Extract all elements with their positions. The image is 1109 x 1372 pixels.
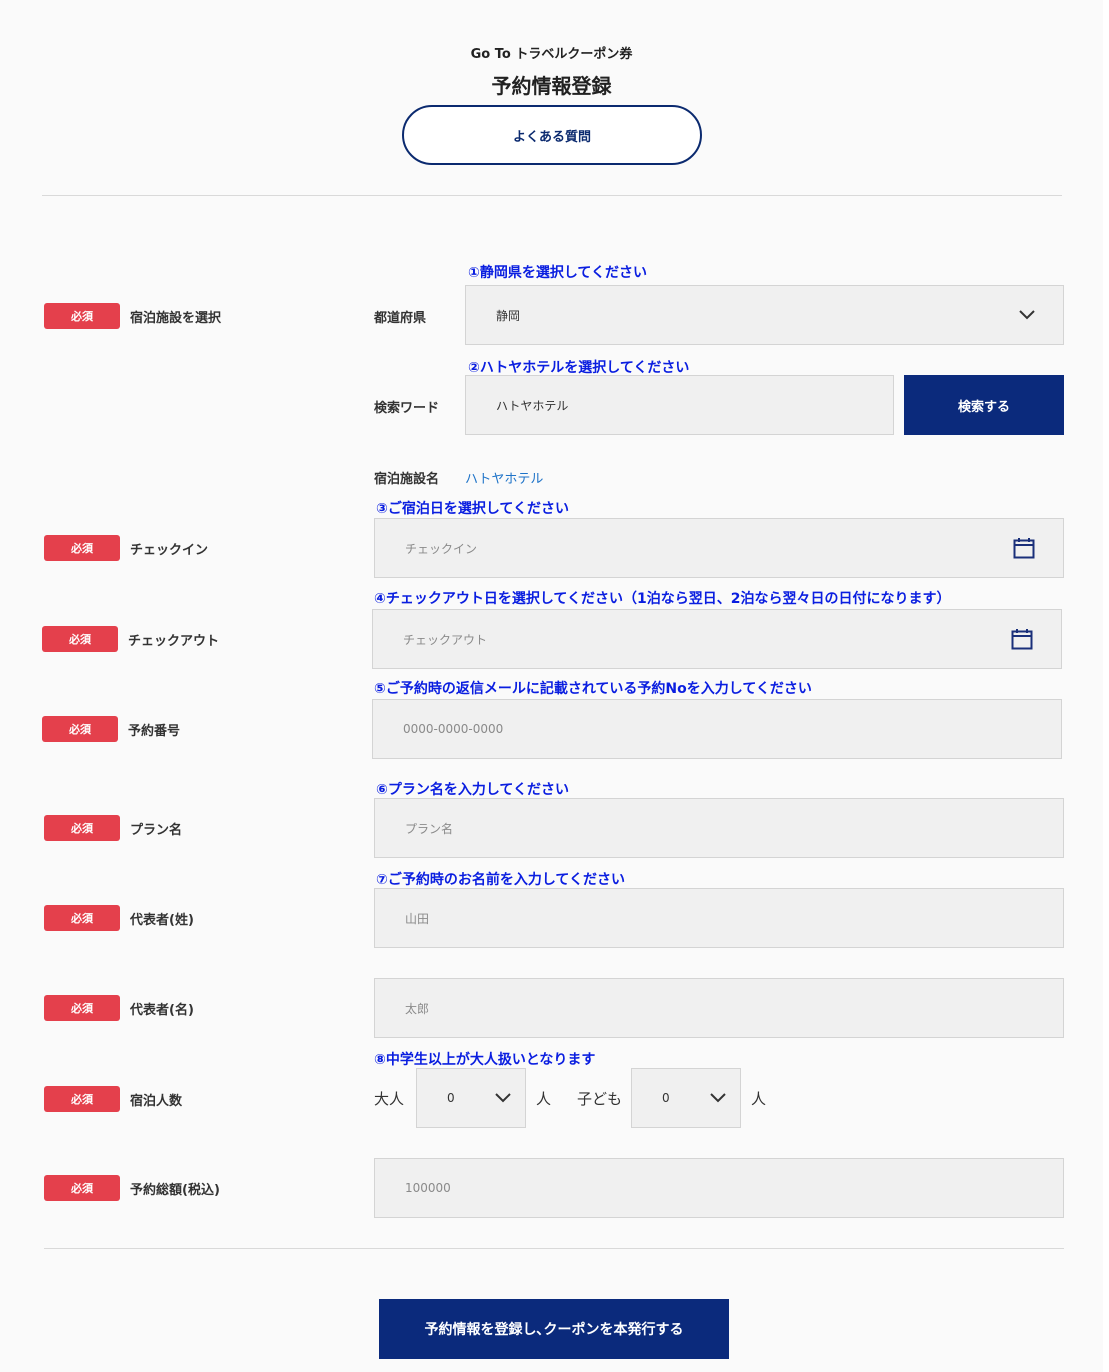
- child-count-value: 0: [662, 1091, 670, 1105]
- adult-label: 大人: [374, 1090, 405, 1108]
- facility-label: 宿泊施設を選択: [130, 311, 222, 326]
- total-label: 予約総額(税込): [130, 1183, 220, 1198]
- prefecture-value: 静岡: [496, 308, 521, 323]
- hint-search: ②ハトヤホテルを選択してください: [468, 360, 690, 376]
- checkin-label: チェックイン: [130, 543, 209, 558]
- required-badge: 必須: [44, 995, 120, 1021]
- rep-first-input[interactable]: 太郎: [374, 978, 1064, 1038]
- search-input-value: ハトヤホテル: [496, 398, 569, 413]
- submit-button[interactable]: 予約情報を登録し､クーポンを本発行する: [379, 1299, 729, 1359]
- calendar-icon[interactable]: [1013, 537, 1035, 559]
- required-badge: 必須: [44, 303, 120, 329]
- required-badge: 必須: [44, 535, 120, 561]
- reservation-no-placeholder: 0000-0000-0000: [403, 722, 504, 736]
- child-label: 子ども: [577, 1090, 623, 1108]
- facility-name-label: 宿泊施設名: [374, 472, 440, 487]
- search-button[interactable]: 検索する: [904, 375, 1064, 435]
- plan-label: プラン名: [130, 823, 183, 838]
- footer-divider: [44, 1248, 1064, 1249]
- chevron-down-icon: [495, 1093, 511, 1103]
- checkin-placeholder: チェックイン: [405, 541, 478, 556]
- prefecture-select[interactable]: 静岡: [465, 285, 1064, 345]
- rep-last-label: 代表者(姓): [130, 913, 194, 928]
- calendar-icon[interactable]: [1011, 628, 1033, 650]
- hint-checkout: ④チェックアウト日を選択してください（1泊なら翌日、2泊なら翌々日の日付になりま…: [374, 591, 951, 607]
- page-subtitle: Go To トラベルクーポン券: [470, 47, 633, 62]
- faq-button[interactable]: よくある質問: [402, 105, 702, 165]
- hint-plan: ⑥プラン名を入力してください: [376, 782, 570, 798]
- checkin-date-field[interactable]: チェックイン: [374, 518, 1064, 578]
- hint-prefecture: ①静岡県を選択してください: [468, 265, 648, 281]
- rep-last-input[interactable]: 山田: [374, 888, 1064, 948]
- hint-rep-name: ⑦ご予約時のお名前を入力してください: [376, 872, 626, 888]
- required-badge: 必須: [44, 1086, 120, 1112]
- adult-count-select[interactable]: 0: [416, 1068, 526, 1128]
- checkout-label: チェックアウト: [128, 634, 220, 649]
- plan-input[interactable]: プラン名: [374, 798, 1064, 858]
- adult-unit: 人: [536, 1090, 552, 1108]
- required-badge: 必須: [44, 1175, 120, 1201]
- chevron-down-icon: [710, 1093, 726, 1103]
- hint-reservation-no: ⑤ご予約時の返信メールに記載されている予約Noを入力してください: [374, 681, 812, 697]
- adult-count-value: 0: [447, 1091, 455, 1105]
- reservation-no-input[interactable]: 0000-0000-0000: [372, 699, 1062, 759]
- prefecture-label: 都道府県: [374, 311, 427, 326]
- hint-guests: ⑧中学生以上が大人扱いとなります: [374, 1052, 596, 1068]
- checkout-date-field[interactable]: チェックアウト: [372, 609, 1062, 669]
- child-count-select[interactable]: 0: [631, 1068, 741, 1128]
- plan-placeholder: プラン名: [405, 821, 454, 836]
- hint-checkin: ③ご宿泊日を選択してください: [376, 501, 570, 517]
- search-word-label: 検索ワード: [374, 401, 440, 416]
- required-badge: 必須: [42, 626, 118, 652]
- child-unit: 人: [751, 1090, 767, 1108]
- chevron-down-icon: [1019, 310, 1035, 320]
- checkout-placeholder: チェックアウト: [403, 632, 488, 647]
- rep-first-placeholder: 太郎: [405, 1001, 430, 1016]
- rep-first-label: 代表者(名): [130, 1003, 194, 1018]
- reservation-no-label: 予約番号: [128, 724, 181, 739]
- rep-last-placeholder: 山田: [405, 911, 430, 926]
- header-divider: [42, 195, 1062, 196]
- total-amount-placeholder: 100000: [405, 1181, 451, 1195]
- required-badge: 必須: [44, 905, 120, 931]
- required-badge: 必須: [44, 815, 120, 841]
- facility-name-value: ハトヤホテル: [465, 472, 544, 487]
- required-badge: 必須: [42, 716, 118, 742]
- search-input[interactable]: ハトヤホテル: [465, 375, 894, 435]
- page-title: 予約情報登録: [491, 74, 612, 98]
- guests-label: 宿泊人数: [130, 1094, 183, 1109]
- total-amount-input[interactable]: 100000: [374, 1158, 1064, 1218]
- page: Go To トラベルクーポン券 予約情報登録 よくある質問 必須 宿泊施設を選択…: [0, 0, 1103, 1372]
